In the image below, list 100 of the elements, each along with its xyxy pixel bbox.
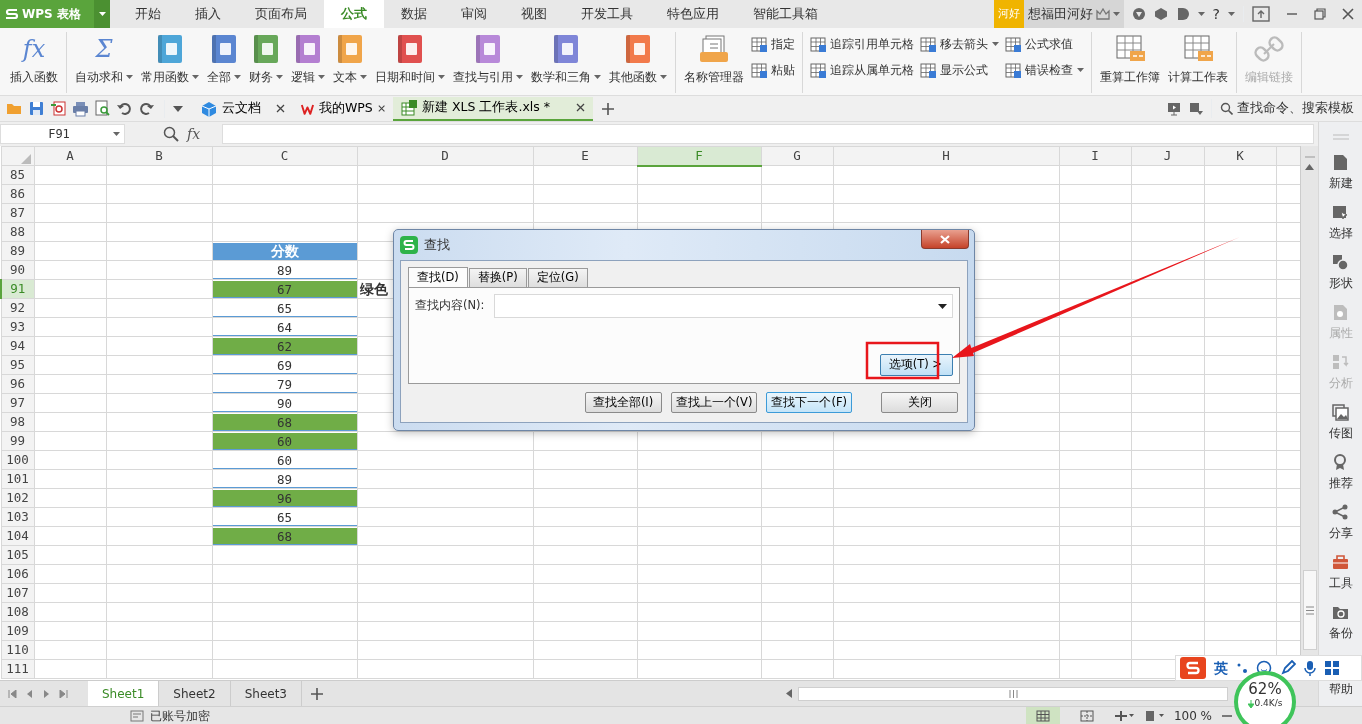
restore-icon[interactable] [1314, 8, 1326, 20]
ribbon-button[interactable]: 追踪从属单元格 [808, 60, 916, 80]
row-header[interactable]: 91 [1, 279, 34, 299]
column-header[interactable]: E [533, 146, 637, 166]
ribbon-button[interactable]: 常用函数 [138, 32, 202, 88]
function-icon[interactable]: fx [187, 123, 201, 145]
column-header[interactable]: H [833, 146, 1059, 166]
last-sheet-icon[interactable] [59, 689, 68, 698]
ribbon-button[interactable]: fx 插入函数 [7, 32, 61, 88]
print-icon[interactable] [72, 100, 89, 117]
monitor-icon[interactable] [1167, 101, 1181, 116]
document-tab[interactable]: 云文档 [193, 96, 293, 121]
ribbon-button[interactable]: 逻辑 [288, 32, 328, 88]
ribbon-button[interactable]: 公式求值 [1003, 34, 1086, 54]
ribbon-button[interactable]: 查找与引用 [450, 32, 526, 88]
ribbon-button[interactable]: 日期和时间 [372, 32, 448, 88]
dialog-button[interactable]: 查找下一个(F) [766, 392, 852, 413]
dialog-tab[interactable]: 替换(P) [468, 268, 527, 287]
add-tab-icon[interactable] [601, 101, 615, 116]
user-menu[interactable]: 想福田河好 [1023, 0, 1124, 28]
preview-icon[interactable] [94, 100, 111, 117]
ribbon-button[interactable]: 追踪引用单元格 [808, 34, 916, 54]
dialog-tab[interactable]: 查找(D) [408, 267, 468, 288]
scroll-up-icon[interactable] [1305, 164, 1314, 170]
close-icon[interactable] [1342, 8, 1354, 20]
menu-tab[interactable]: 开始 [118, 0, 178, 28]
split-icon[interactable] [1113, 709, 1134, 722]
ribbon-button[interactable]: 错误检查 [1003, 60, 1086, 80]
ribbon-button[interactable]: 粘贴 [749, 60, 797, 80]
cube-icon[interactable] [1153, 7, 1168, 21]
menu-tab[interactable]: 开发工具 [564, 0, 650, 28]
search-field[interactable] [494, 294, 953, 318]
sidebar-button[interactable]: 分享 [1328, 500, 1353, 550]
pen-icon[interactable] [1280, 660, 1296, 676]
sidebar-button[interactable]: 工具 [1328, 550, 1353, 600]
name-box[interactable]: F91 [0, 124, 125, 144]
grid-icon[interactable] [1324, 660, 1340, 676]
close-icon[interactable] [576, 103, 585, 112]
document-tab[interactable]: 我的WPS [293, 96, 393, 121]
menu-tab[interactable]: 视图 [504, 0, 564, 28]
save-icon[interactable] [28, 100, 45, 117]
menu-tab[interactable]: 页面布局 [238, 0, 324, 28]
column-header[interactable]: J [1131, 146, 1204, 166]
menu-tab[interactable]: 数据 [384, 0, 444, 28]
zoom-icon[interactable] [163, 126, 179, 142]
column-header[interactable]: K [1204, 146, 1276, 166]
menu-tab[interactable]: 审阅 [444, 0, 504, 28]
scrollbar-thumb[interactable] [1302, 570, 1317, 650]
ribbon-button[interactable]: 数学和三角 [528, 32, 604, 88]
ribbon-button[interactable]: 移去箭头 [918, 34, 1001, 54]
ribbon-button[interactable]: 财务 [246, 32, 286, 88]
ribbon-button[interactable]: 指定 [749, 34, 797, 54]
close-icon[interactable] [276, 104, 285, 113]
first-sheet-icon[interactable] [8, 689, 17, 698]
sidebar-button[interactable]: 备份 [1328, 600, 1353, 650]
help-button[interactable]: ? [1212, 3, 1220, 25]
dialog-button[interactable]: 查找全部(I) [584, 392, 662, 413]
dropdown-icon[interactable] [1189, 101, 1203, 116]
dialog-tab[interactable]: 定位(G) [527, 268, 588, 287]
dialog-button[interactable]: 查找上一个(V) [670, 392, 758, 413]
ribbon-button[interactable]: 名称管理器 [681, 32, 747, 88]
ribbon-button[interactable]: 重算工作簿 [1097, 32, 1163, 88]
ribbon-button[interactable]: 其他函数 [606, 32, 670, 88]
menu-tab[interactable]: 插入 [178, 0, 238, 28]
ribbon-button[interactable]: Σ 自动求和 [72, 32, 136, 88]
close-icon[interactable] [377, 104, 385, 113]
scrollbar-thumb[interactable] [798, 686, 1228, 701]
help-link[interactable]: 帮助 [1328, 680, 1353, 698]
command-search[interactable]: 查找命令、搜索模板 [1211, 99, 1354, 118]
scroll-left-icon[interactable] [786, 689, 792, 698]
dropdown-icon[interactable] [173, 105, 183, 112]
close-button[interactable] [921, 230, 969, 249]
sheet-tab[interactable]: Sheet1 [88, 681, 160, 706]
formula-input[interactable] [222, 124, 1314, 144]
undo-icon[interactable] [116, 100, 133, 117]
column-header[interactable]: A [34, 146, 106, 166]
sidebar-button[interactable]: 推荐 [1328, 450, 1353, 500]
menu-tab[interactable]: 智能工具箱 [736, 0, 835, 28]
next-sheet-icon[interactable] [42, 689, 51, 698]
ribbon-button[interactable]: 文本 [330, 32, 370, 88]
column-header[interactable]: G [761, 146, 833, 166]
column-header[interactable]: C [212, 146, 357, 166]
redo-icon[interactable] [138, 100, 155, 117]
sidebar-button[interactable]: 传图 [1328, 400, 1353, 450]
sidebar-button[interactable]: 新建 [1328, 150, 1353, 200]
ribbon-button[interactable]: 全部 [204, 32, 244, 88]
upload-icon[interactable] [1252, 6, 1270, 22]
normal-view-button[interactable] [1025, 706, 1060, 724]
column-header[interactable]: D [357, 146, 533, 166]
ribbon-button[interactable]: 显示公式 [918, 60, 1001, 80]
sidebar-button[interactable]: 形状 [1328, 250, 1353, 300]
document-tab[interactable]: 新建 XLS 工作表.xls * [393, 96, 593, 121]
ribbon-button[interactable]: 计算工作表 [1165, 32, 1231, 88]
export-icon[interactable] [50, 100, 67, 117]
logo-icon[interactable] [1180, 657, 1206, 679]
column-header[interactable]: B [106, 146, 212, 166]
sidebar-button[interactable]: 选择 [1328, 200, 1353, 250]
punctuation-icon[interactable] [1236, 661, 1248, 675]
dialog-button[interactable]: 关闭 [881, 392, 958, 413]
add-sheet-icon[interactable] [310, 686, 324, 701]
